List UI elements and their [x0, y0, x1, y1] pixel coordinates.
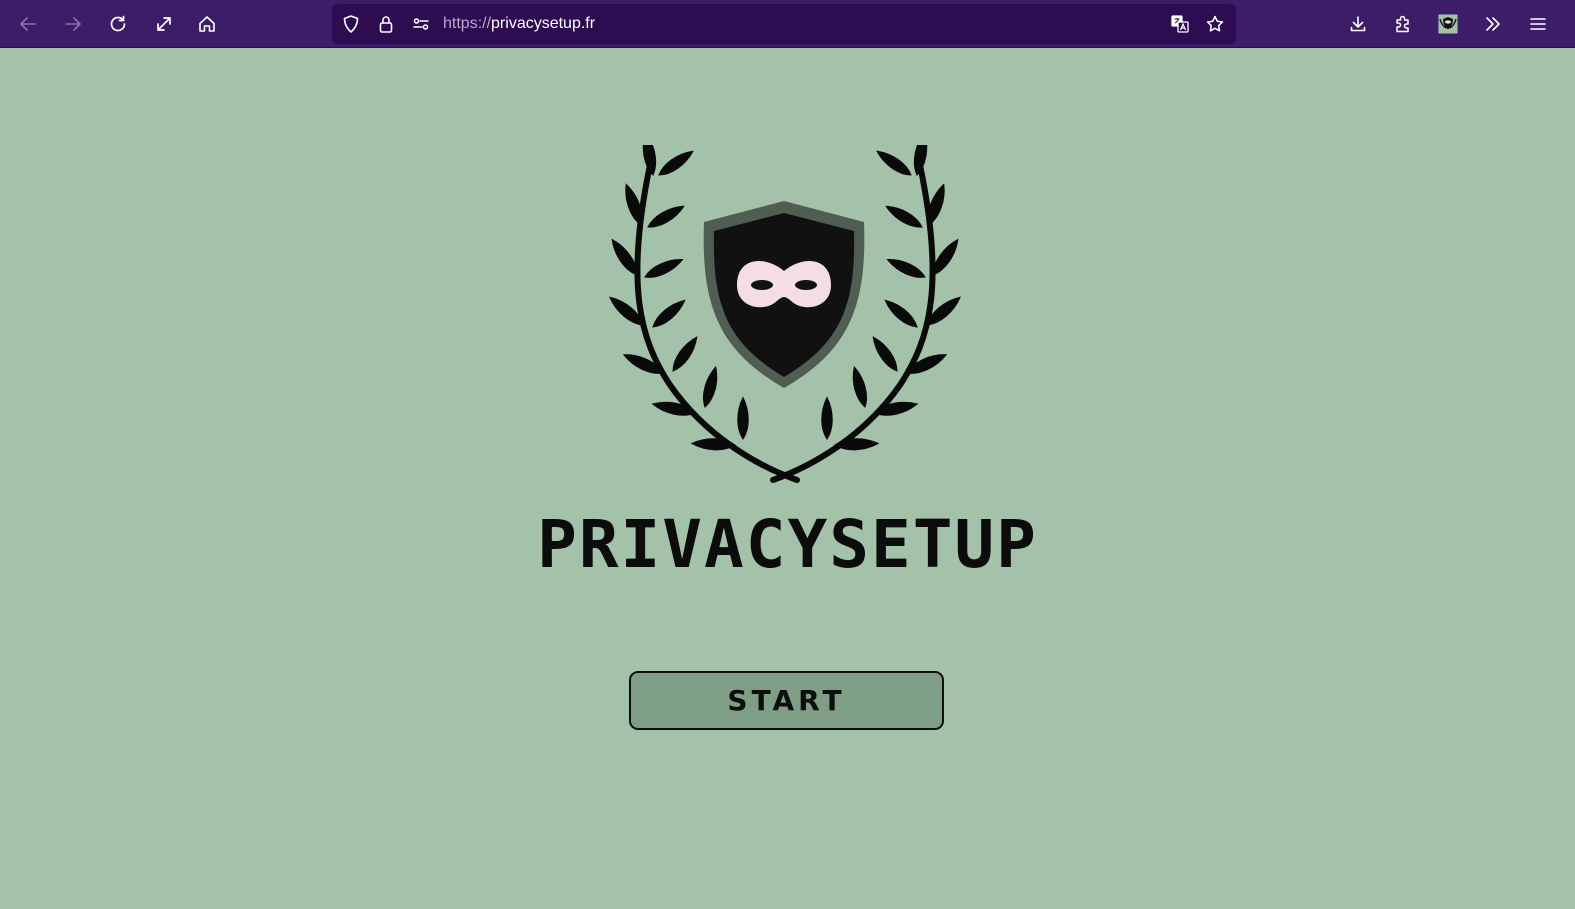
- site-permissions-icon: [413, 18, 429, 30]
- hamburger-menu-icon: [1530, 18, 1546, 30]
- site-permissions-button[interactable]: [411, 14, 431, 34]
- mask-right-eye: [795, 280, 817, 290]
- back-arrow-icon: [20, 17, 36, 31]
- shield-icon: [343, 15, 359, 33]
- translate-icon: [1171, 15, 1189, 33]
- fullscreen-button[interactable]: [146, 6, 182, 42]
- tracking-protection-button[interactable]: [341, 14, 361, 34]
- home-button[interactable]: [189, 6, 225, 42]
- laurel-shield-mask-logo: [605, 145, 965, 483]
- download-icon: [1350, 16, 1366, 32]
- puzzle-icon: [1396, 15, 1409, 33]
- mask-left-eye: [751, 280, 773, 290]
- home-icon: [199, 16, 215, 32]
- bookmark-button[interactable]: [1205, 14, 1225, 34]
- forward-arrow-icon: [65, 17, 81, 31]
- start-button[interactable]: START: [629, 671, 944, 730]
- url-scheme: https://: [443, 15, 492, 32]
- brand-title: PRIVACYSETUP: [537, 506, 1038, 583]
- browser-toolbar: https://privacysetup.fr: [0, 0, 1575, 48]
- app-menu-button[interactable]: [1520, 6, 1556, 42]
- reload-button[interactable]: [100, 6, 136, 42]
- page-content: PRIVACYSETUP START: [0, 49, 1575, 909]
- downloads-button[interactable]: [1340, 6, 1376, 42]
- translate-button[interactable]: [1170, 14, 1190, 34]
- privacy-extension-icon: [1438, 14, 1458, 34]
- lock-icon: [379, 16, 393, 33]
- forward-button[interactable]: [55, 6, 91, 42]
- extensions-button[interactable]: [1385, 6, 1421, 42]
- url-host: privacysetup.fr: [491, 15, 596, 32]
- expand-icon: [157, 17, 171, 31]
- site-security-button[interactable]: [376, 14, 396, 34]
- reload-icon: [110, 15, 126, 32]
- double-chevron-icon: [1486, 17, 1500, 31]
- privacy-extension-button[interactable]: [1430, 6, 1466, 42]
- back-button[interactable]: [10, 6, 46, 42]
- star-icon: [1206, 15, 1224, 32]
- address-bar[interactable]: https://privacysetup.fr: [332, 4, 1236, 44]
- overflow-menu-button[interactable]: [1475, 6, 1511, 42]
- url-text[interactable]: https://privacysetup.fr: [443, 14, 595, 34]
